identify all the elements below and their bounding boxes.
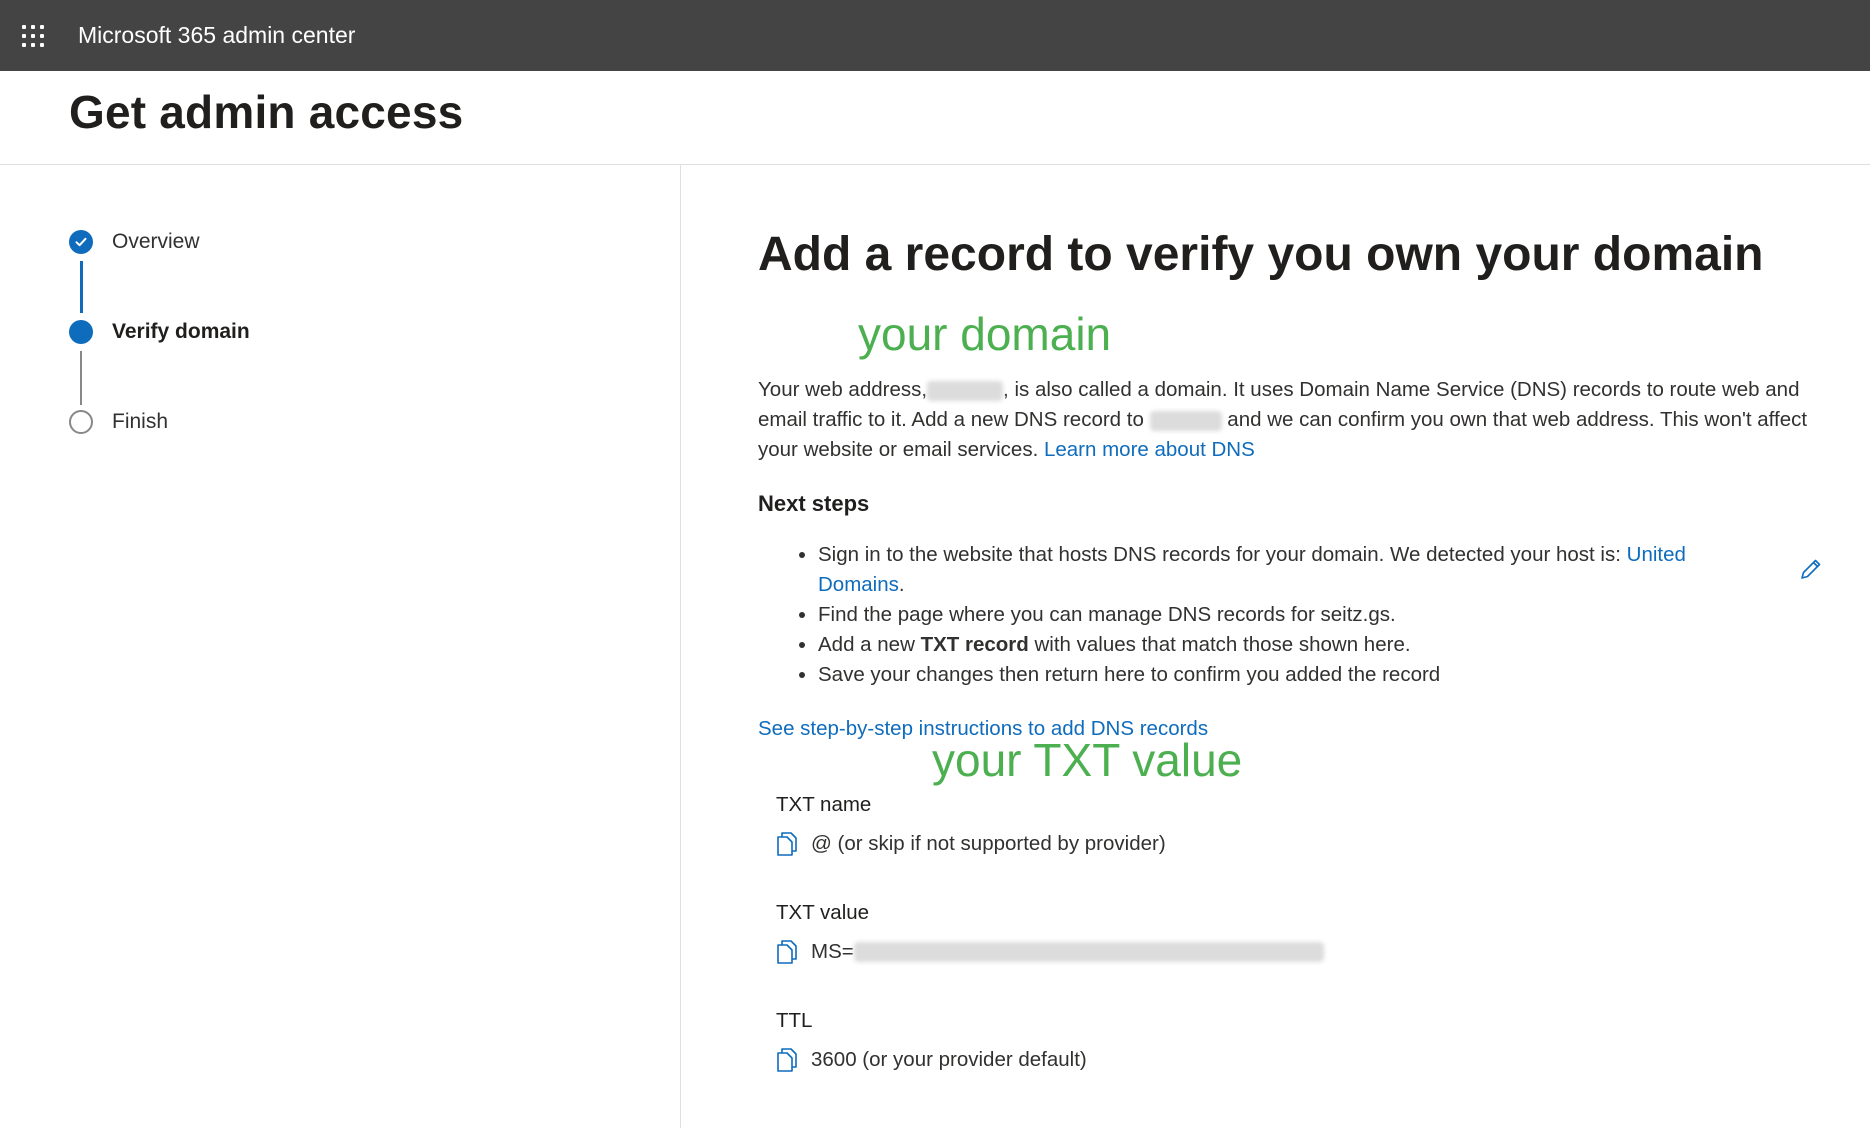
annotation-your-domain: your domain: [858, 308, 1112, 360]
step-connector-pending: [80, 351, 82, 405]
wizard-step-finish[interactable]: Finish: [69, 407, 168, 437]
ttl-record: TTL 3600 (or your provider default): [776, 1009, 1087, 1073]
list-item: Sign in to the website that hosts DNS re…: [818, 540, 1738, 600]
app-title[interactable]: Microsoft 365 admin center: [78, 22, 355, 49]
copy-icon[interactable]: [776, 1047, 798, 1073]
empty-step-circle-icon: [69, 410, 93, 434]
list-item-text: Add a new: [818, 633, 915, 656]
wizard-steps-pane: Overview Verify domain Finish: [0, 165, 681, 1128]
learn-more-dns-link[interactable]: Learn more about DNS: [1044, 438, 1255, 461]
ttl-label: TTL: [776, 1009, 813, 1032]
checkmark-icon: [69, 230, 93, 254]
txt-value-label: TXT value: [776, 901, 870, 924]
step-connector-completed: [80, 261, 83, 313]
list-item-period: .: [898, 573, 905, 596]
next-steps-heading: Next steps: [758, 491, 870, 516]
txt-value-row: MS=: [776, 939, 1324, 965]
step-label-finish: Finish: [112, 410, 169, 433]
list-item: Find the page where you can manage DNS r…: [818, 600, 1738, 630]
section-title: Add a record to verify you own your doma…: [758, 228, 1764, 281]
current-step-dot-icon: [69, 320, 93, 344]
txt-name-record: TXT name @ (or skip if not supported by …: [776, 793, 1166, 857]
txt-name-label: TXT name: [776, 793, 872, 816]
copy-icon[interactable]: [776, 831, 798, 857]
txt-name-value-row: @ (or skip if not supported by provider): [776, 831, 1166, 857]
list-item-text: Find the page where you can manage DNS r…: [818, 603, 1396, 626]
ttl-value: 3600 (or your provider default): [811, 1048, 1087, 1071]
intro-paragraph: Your web address,, is also called a doma…: [758, 375, 1828, 465]
annotation-your-txt-value: your TXT value: [932, 734, 1243, 786]
pencil-edit-icon[interactable]: [1798, 556, 1824, 582]
ttl-value-row: 3600 (or your provider default): [776, 1047, 1087, 1073]
txt-value-prefix: MS=: [811, 940, 854, 963]
redacted-domain: [927, 380, 1004, 401]
top-bar: Microsoft 365 admin center: [0, 0, 1870, 71]
list-item-text: Sign in to the website that hosts DNS re…: [818, 543, 1621, 566]
wizard-step-overview[interactable]: Overview: [69, 227, 200, 257]
page-header: Get admin access: [0, 71, 1870, 165]
intro-text-1: Your web address,: [758, 378, 928, 401]
step-label-overview: Overview: [112, 230, 200, 253]
redacted-txt-value: [853, 942, 1324, 962]
step-label-verify-domain: Verify domain: [112, 320, 250, 343]
next-steps-list: Sign in to the website that hosts DNS re…: [786, 540, 1738, 690]
txt-value-record: TXT value MS=: [776, 901, 1324, 965]
list-item-text: Save your changes then return here to co…: [818, 663, 1441, 686]
redacted-domain: [1149, 410, 1222, 431]
wizard-step-verify-domain[interactable]: Verify domain: [69, 317, 250, 347]
app-launcher-waffle-icon[interactable]: [21, 24, 45, 48]
list-item: Save your changes then return here to co…: [818, 660, 1738, 690]
page-title: Get admin access: [69, 86, 464, 138]
copy-icon[interactable]: [776, 939, 798, 965]
txt-name-value: @ (or skip if not supported by provider): [811, 832, 1166, 855]
list-item-text: with values that match those shown here.: [1034, 633, 1411, 656]
list-item: Add a new TXT record with values that ma…: [818, 630, 1738, 660]
txt-record-emphasis: TXT record: [920, 633, 1029, 656]
